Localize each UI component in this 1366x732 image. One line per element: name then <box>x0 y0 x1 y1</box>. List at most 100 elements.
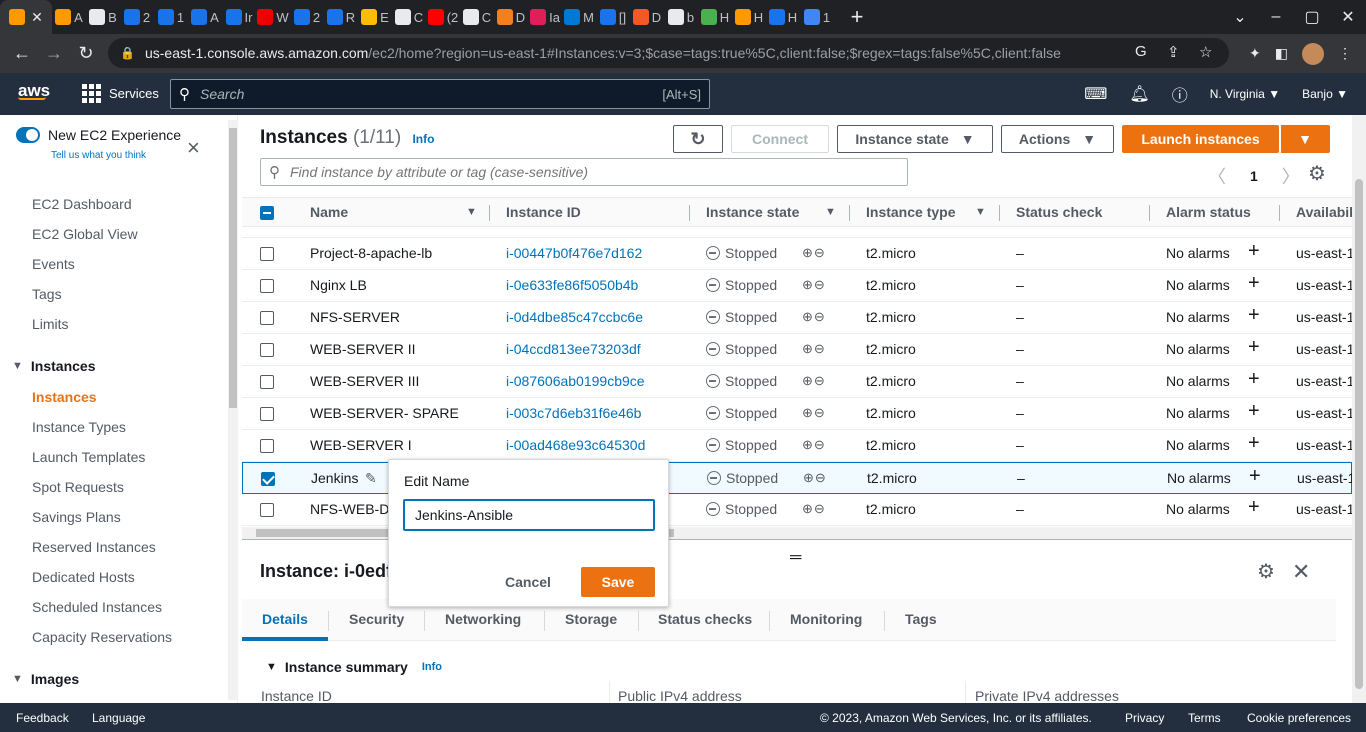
close-tab-icon[interactable]: ✕ <box>31 9 43 26</box>
maximize-icon[interactable]: ▢ <box>1294 7 1330 27</box>
info-link[interactable]: Info <box>422 661 442 673</box>
sort-icon[interactable]: ▼ <box>825 206 836 218</box>
instance-id-link[interactable]: i-087606ab0199cb9ce <box>506 373 645 389</box>
add-alarm-icon[interactable]: + <box>1248 304 1260 327</box>
browser-tab[interactable]: C <box>392 0 426 34</box>
browser-tab[interactable]: 2 <box>120 0 154 34</box>
column-divider[interactable] <box>1149 205 1150 221</box>
sidebar-item[interactable]: Capacity Reservations <box>32 629 172 645</box>
user-menu[interactable]: Banjo ▼ <box>1302 87 1348 101</box>
bell-icon[interactable]: 🔔︎ <box>1129 84 1149 104</box>
add-alarm-icon[interactable]: + <box>1248 272 1260 295</box>
help-icon[interactable]: ⓘ <box>1172 82 1188 106</box>
row-checkbox[interactable] <box>260 279 274 293</box>
filter-box[interactable]: ⚲ <box>260 158 908 186</box>
instance-summary-header[interactable]: ▼ Instance summary Info <box>266 659 442 675</box>
sidebar-item[interactable]: Dedicated Hosts <box>32 569 135 585</box>
row-checkbox[interactable] <box>260 503 274 517</box>
aws-logo[interactable]: aws <box>18 81 50 100</box>
select-all-checkbox[interactable] <box>260 206 274 220</box>
column-header[interactable]: Status check <box>1016 204 1102 220</box>
table-row[interactable]: NFS-SERVER i-0d4dbe85c47ccbc6e Stopped ⊕⊖ t2… <box>242 302 1354 334</box>
sidebar-item[interactable]: Instances <box>32 389 97 405</box>
column-header[interactable]: Instance state <box>706 204 799 220</box>
browser-tab[interactable]: E <box>358 0 392 34</box>
region-selector[interactable]: N. Virginia ▼ <box>1210 87 1280 101</box>
zoom-icons[interactable]: ⊕⊖ <box>802 437 826 453</box>
close-icon[interactable]: × <box>187 135 200 161</box>
add-alarm-icon[interactable]: + <box>1248 240 1260 263</box>
sidepanel-icon[interactable]: ◧ <box>1275 45 1288 62</box>
browser-tab[interactable]: D <box>630 0 664 34</box>
tab-networking[interactable]: Networking <box>445 611 521 627</box>
menu-kebab-icon[interactable]: ⋮ <box>1338 45 1352 62</box>
column-header[interactable]: Alarm status <box>1166 204 1251 220</box>
browser-tab[interactable]: H <box>766 0 800 34</box>
instance-id-link[interactable]: i-0d4dbe85c47ccbc6e <box>506 309 643 325</box>
column-header[interactable]: Instance ID <box>506 204 581 220</box>
browser-tab[interactable]: M <box>562 0 596 34</box>
row-checkbox[interactable] <box>260 439 274 453</box>
address-bar[interactable]: 🔒 us-east-1.console.aws.amazon.com/ec2/h… <box>108 38 1229 68</box>
tab-monitoring[interactable]: Monitoring <box>790 611 862 627</box>
zoom-icons[interactable]: ⊕⊖ <box>802 501 826 517</box>
table-row[interactable]: WEB-SERVER- SPARE i-003c7d6eb31f6e46b Stop… <box>242 398 1354 430</box>
browser-tab[interactable]: R <box>324 0 358 34</box>
table-row[interactable]: Nginx LB i-0e633fe86f5050b4b Stopped ⊕⊖ t2.m… <box>242 270 1354 302</box>
browser-tab[interactable]: W <box>256 0 290 34</box>
next-page-icon[interactable]: 〉 <box>1282 163 1300 189</box>
browser-tab[interactable]: [] <box>596 0 630 34</box>
table-row[interactable]: WEB-SERVER III i-087606ab0199cb9ce Stopped… <box>242 366 1354 398</box>
privacy-link[interactable]: Privacy <box>1125 711 1164 725</box>
zoom-icons[interactable]: ⊕⊖ <box>802 341 826 357</box>
search-box[interactable]: ⚲ [Alt+S] <box>170 79 710 109</box>
edit-name-icon[interactable]: ✎ <box>365 470 377 487</box>
services-button[interactable]: Services <box>82 84 159 103</box>
zoom-icons[interactable]: ⊕⊖ <box>802 245 826 261</box>
sidebar-item[interactable]: EC2 Dashboard <box>32 196 132 212</box>
back-icon[interactable]: ← <box>6 43 38 64</box>
tab-status-checks[interactable]: Status checks <box>658 611 752 627</box>
browser-tab[interactable]: 1 <box>154 0 188 34</box>
row-checkbox[interactable] <box>261 472 275 486</box>
browser-tab[interactable]: Ir <box>222 0 256 34</box>
tab-details[interactable]: Details <box>262 611 308 627</box>
chevron-down-icon[interactable]: ⌄ <box>1222 7 1258 27</box>
column-header[interactable]: Name <box>310 204 348 220</box>
sidebar-section-images[interactable]: ▼ Images <box>12 671 79 687</box>
save-button[interactable]: Save <box>581 567 655 597</box>
tab-security[interactable]: Security <box>349 611 404 627</box>
settings-gear-icon[interactable]: ⚙ <box>1308 161 1326 186</box>
row-checkbox[interactable] <box>260 343 274 357</box>
sidebar-item[interactable]: Scheduled Instances <box>32 599 162 615</box>
column-header[interactable]: Instance type <box>866 204 955 220</box>
actions-button[interactable]: Actions ▼ <box>1001 125 1114 153</box>
forward-icon[interactable]: → <box>38 43 70 64</box>
row-checkbox[interactable] <box>260 407 274 421</box>
sidebar-scrollbar[interactable] <box>228 120 238 700</box>
share-icon[interactable]: ⇪ <box>1167 43 1180 61</box>
zoom-icons[interactable]: ⊕⊖ <box>803 470 827 486</box>
settings-gear-icon[interactable]: ⚙ <box>1257 559 1275 584</box>
name-input[interactable] <box>403 499 655 531</box>
column-divider[interactable] <box>1279 205 1280 221</box>
instance-id-link[interactable]: i-00447b0f476e7d162 <box>506 245 642 261</box>
zoom-icons[interactable]: ⊕⊖ <box>802 309 826 325</box>
add-alarm-icon[interactable]: + <box>1248 336 1260 359</box>
google-lens-icon[interactable]: G <box>1135 43 1147 60</box>
add-alarm-icon[interactable]: + <box>1248 496 1260 519</box>
browser-tab[interactable]: D <box>494 0 528 34</box>
new-tab-icon[interactable]: + <box>840 0 874 34</box>
page-number[interactable]: 1 <box>1250 168 1258 184</box>
browser-tab[interactable]: B <box>86 0 120 34</box>
close-icon[interactable]: ✕ <box>1330 7 1366 27</box>
instance-id-link[interactable]: i-00ad468e93c64530d <box>506 437 645 453</box>
instance-id-link[interactable]: i-0e633fe86f5050b4b <box>506 277 638 293</box>
close-icon[interactable]: ✕ <box>1292 559 1310 585</box>
add-alarm-icon[interactable]: + <box>1249 465 1261 488</box>
zoom-icons[interactable]: ⊕⊖ <box>802 373 826 389</box>
new-experience-toggle[interactable] <box>16 127 40 143</box>
bookmark-star-icon[interactable]: ☆ <box>1199 43 1212 61</box>
browser-tab[interactable]: ✕ <box>0 0 52 34</box>
tab-storage[interactable]: Storage <box>565 611 617 627</box>
